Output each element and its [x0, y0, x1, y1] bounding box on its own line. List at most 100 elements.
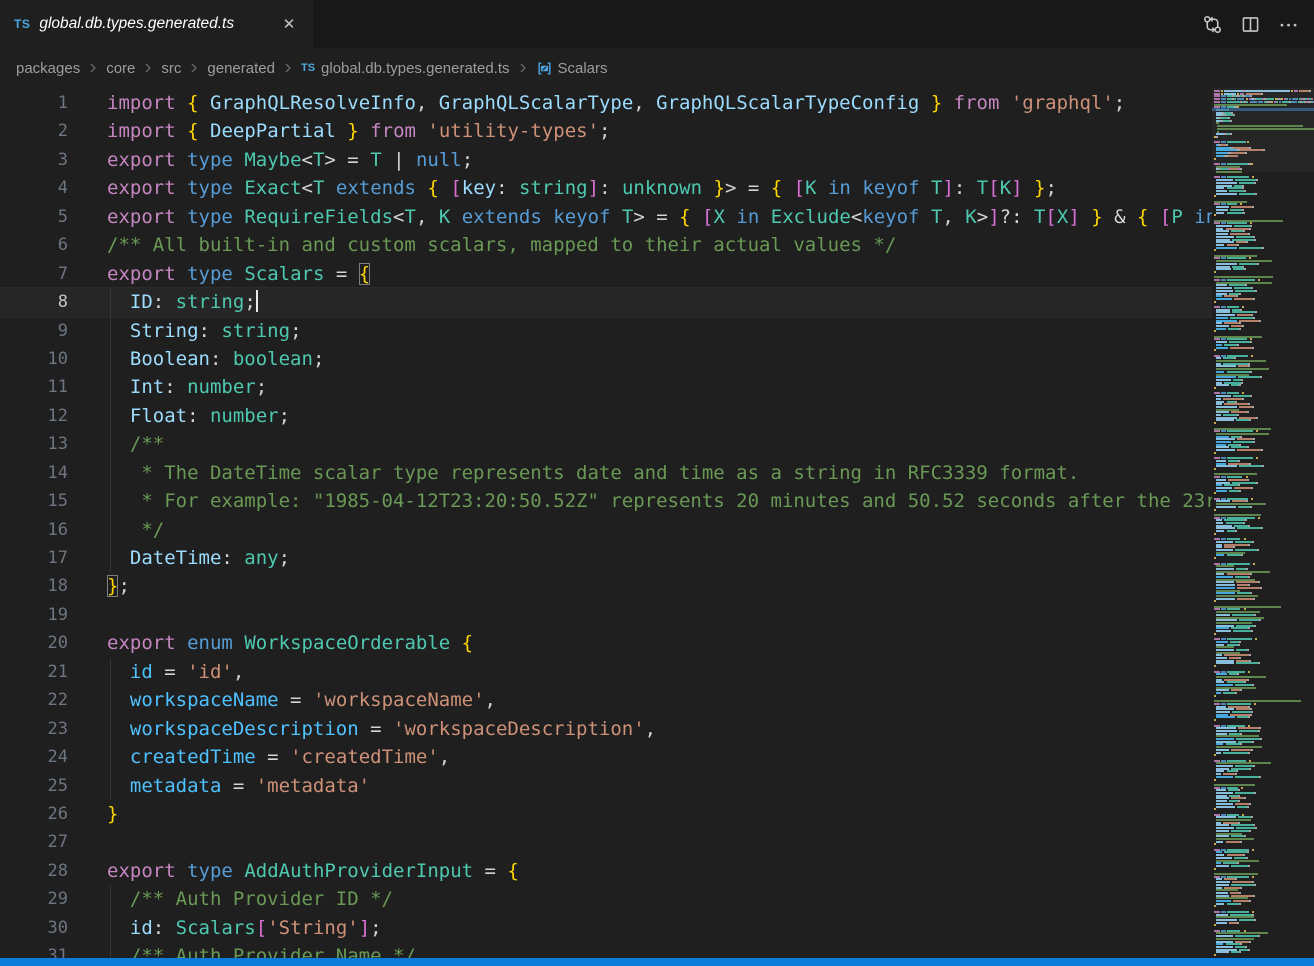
code-line-6[interactable]: 6/** All built-in and custom scalars, ma… — [0, 231, 1212, 259]
breadcrumb-item-packages[interactable]: packages — [16, 60, 80, 77]
indent-guide — [110, 658, 111, 686]
code-line-14[interactable]: 14 * The DateTime scalar type represents… — [0, 459, 1212, 487]
breadcrumb-label: generated — [207, 60, 275, 77]
breadcrumb-item-generated[interactable]: generated — [207, 60, 275, 77]
code-text — [68, 601, 1212, 629]
line-number[interactable]: 3 — [0, 146, 68, 174]
line-number[interactable]: 21 — [0, 658, 68, 686]
line-number[interactable]: 18 — [0, 572, 68, 600]
line-number[interactable]: 31 — [0, 942, 68, 958]
code-line-13[interactable]: 13 /** — [0, 430, 1212, 458]
code-line-11[interactable]: 11 Int: number; — [0, 373, 1212, 401]
line-number[interactable]: 9 — [0, 317, 68, 345]
line-number[interactable]: 8 — [0, 288, 68, 316]
breadcrumb-separator-icon — [186, 60, 202, 76]
code-line-25[interactable]: 25 metadata = 'metadata' — [0, 772, 1212, 800]
line-number[interactable]: 22 — [0, 686, 68, 714]
line-number[interactable]: 27 — [0, 828, 68, 856]
line-number[interactable]: 24 — [0, 743, 68, 771]
breadcrumb-item-global-db-types-generated-ts[interactable]: TSglobal.db.types.generated.ts — [301, 60, 510, 77]
line-number[interactable]: 4 — [0, 174, 68, 202]
line-number[interactable]: 15 — [0, 487, 68, 515]
code-line-15[interactable]: 15 * For example: "1985-04-12T23:20:50.5… — [0, 487, 1212, 515]
line-number[interactable]: 10 — [0, 345, 68, 373]
code-line-10[interactable]: 10 Boolean: boolean; — [0, 345, 1212, 373]
line-number[interactable]: 6 — [0, 231, 68, 259]
code-text — [68, 828, 1212, 856]
line-number[interactable]: 25 — [0, 772, 68, 800]
tab-global-db-types[interactable]: TS global.db.types.generated.ts ✕ — [0, 0, 313, 48]
breadcrumb-label: packages — [16, 60, 80, 77]
more-actions-icon[interactable] — [1274, 10, 1302, 38]
code-text: createdTime = 'createdTime', — [68, 743, 1212, 771]
tab-close-icon[interactable]: ✕ — [279, 14, 299, 34]
code-line-17[interactable]: 17 DateTime: any; — [0, 544, 1212, 572]
code-line-18[interactable]: 18}; — [0, 572, 1212, 600]
code-text: * The DateTime scalar type represents da… — [68, 459, 1212, 487]
code-line-21[interactable]: 21 id = 'id', — [0, 658, 1212, 686]
symbol-type-icon — [536, 60, 553, 77]
line-number[interactable]: 17 — [0, 544, 68, 572]
line-number[interactable]: 30 — [0, 914, 68, 942]
code-text: String: string; — [68, 317, 1212, 345]
breadcrumb-item-core[interactable]: core — [106, 60, 135, 77]
code-line-12[interactable]: 12 Float: number; — [0, 402, 1212, 430]
line-number[interactable]: 20 — [0, 629, 68, 657]
line-number[interactable]: 16 — [0, 516, 68, 544]
line-number[interactable]: 14 — [0, 459, 68, 487]
code-text: /** Auth Provider Name */ — [68, 942, 1212, 958]
minimap[interactable] — [1212, 88, 1314, 958]
code-line-22[interactable]: 22 workspaceName = 'workspaceName', — [0, 686, 1212, 714]
breadcrumb-separator-icon — [515, 60, 531, 76]
line-number[interactable]: 23 — [0, 715, 68, 743]
code-line-30[interactable]: 30 id: Scalars['String']; — [0, 914, 1212, 942]
indent-guide — [110, 686, 111, 714]
breadcrumb: packages core src generated TSglobal.db.type… — [0, 48, 1314, 88]
code-editor[interactable]: 1import { GraphQLResolveInfo, GraphQLSca… — [0, 88, 1212, 958]
code-line-8[interactable]: 8 ID: string; — [0, 288, 1212, 316]
code-text: export enum WorkspaceOrderable { — [68, 629, 1212, 657]
indent-guide — [110, 487, 111, 515]
code-line-2[interactable]: 2import { DeepPartial } from 'utility-ty… — [0, 117, 1212, 145]
line-number[interactable]: 7 — [0, 260, 68, 288]
line-number[interactable]: 26 — [0, 800, 68, 828]
code-line-26[interactable]: 26} — [0, 800, 1212, 828]
line-number[interactable]: 5 — [0, 203, 68, 231]
code-line-4[interactable]: 4export type Exact<T extends { [key: str… — [0, 174, 1212, 202]
line-number[interactable]: 19 — [0, 601, 68, 629]
line-number[interactable]: 28 — [0, 857, 68, 885]
code-line-29[interactable]: 29 /** Auth Provider ID */ — [0, 885, 1212, 913]
code-line-24[interactable]: 24 createdTime = 'createdTime', — [0, 743, 1212, 771]
breadcrumb-item-src[interactable]: src — [161, 60, 181, 77]
indent-guide — [110, 430, 111, 458]
code-text: Int: number; — [68, 373, 1212, 401]
code-line-27[interactable]: 27 — [0, 828, 1212, 856]
code-line-20[interactable]: 20export enum WorkspaceOrderable { — [0, 629, 1212, 657]
vscode-window: TS global.db.types.generated.ts ✕ — [0, 0, 1314, 966]
text-cursor — [256, 290, 258, 312]
code-line-23[interactable]: 23 workspaceDescription = 'workspaceDesc… — [0, 715, 1212, 743]
open-changes-icon[interactable] — [1198, 10, 1226, 38]
code-line-7[interactable]: 7export type Scalars = { — [0, 260, 1212, 288]
line-number[interactable]: 11 — [0, 373, 68, 401]
line-number[interactable]: 1 — [0, 89, 68, 117]
code-line-1[interactable]: 1import { GraphQLResolveInfo, GraphQLSca… — [0, 89, 1212, 117]
breadcrumb-item-scalars[interactable]: Scalars — [536, 60, 608, 77]
line-number[interactable]: 13 — [0, 430, 68, 458]
code-text: import { GraphQLResolveInfo, GraphQLScal… — [68, 89, 1212, 117]
code-text: metadata = 'metadata' — [68, 772, 1212, 800]
editor-actions — [1198, 0, 1302, 48]
code-line-9[interactable]: 9 String: string; — [0, 317, 1212, 345]
code-line-28[interactable]: 28export type AddAuthProviderInput = { — [0, 857, 1212, 885]
code-line-19[interactable]: 19 — [0, 601, 1212, 629]
line-number[interactable]: 2 — [0, 117, 68, 145]
split-editor-icon[interactable] — [1236, 10, 1264, 38]
code-line-16[interactable]: 16 */ — [0, 516, 1212, 544]
breadcrumb-separator-icon — [85, 60, 101, 76]
code-line-5[interactable]: 5export type RequireFields<T, K extends … — [0, 203, 1212, 231]
line-number[interactable]: 12 — [0, 402, 68, 430]
code-line-31[interactable]: 31 /** Auth Provider Name */ — [0, 942, 1212, 958]
line-number[interactable]: 29 — [0, 885, 68, 913]
code-text: }; — [68, 572, 1212, 600]
code-line-3[interactable]: 3export type Maybe<T> = T | null; — [0, 146, 1212, 174]
